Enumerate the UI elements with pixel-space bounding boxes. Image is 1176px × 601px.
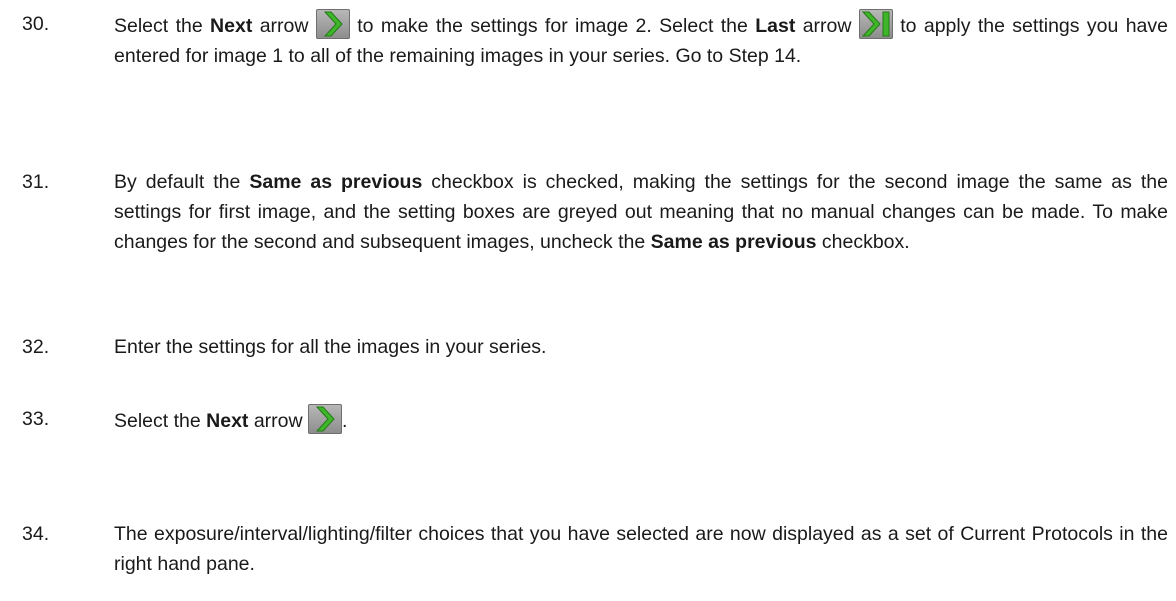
step-number: 31. [22, 171, 50, 193]
step-number: 30. [22, 13, 50, 35]
step-text: By default the Same as previous checkbox… [114, 171, 1168, 253]
next-arrow-icon [315, 9, 350, 39]
next-arrow-icon [308, 404, 343, 434]
step-text: The exposure/interval/lighting/filter ch… [114, 523, 1168, 575]
last-arrow-icon [858, 9, 893, 39]
step-text: Enter the settings for all the images in… [114, 336, 547, 358]
step-text: Select the Next arrow . [114, 404, 1168, 436]
step-number: 34. [22, 523, 50, 545]
step-number: 33. [22, 408, 50, 430]
step-text: Select the Next arrow to make the settin… [114, 9, 1168, 71]
step-number: 32. [22, 336, 50, 358]
